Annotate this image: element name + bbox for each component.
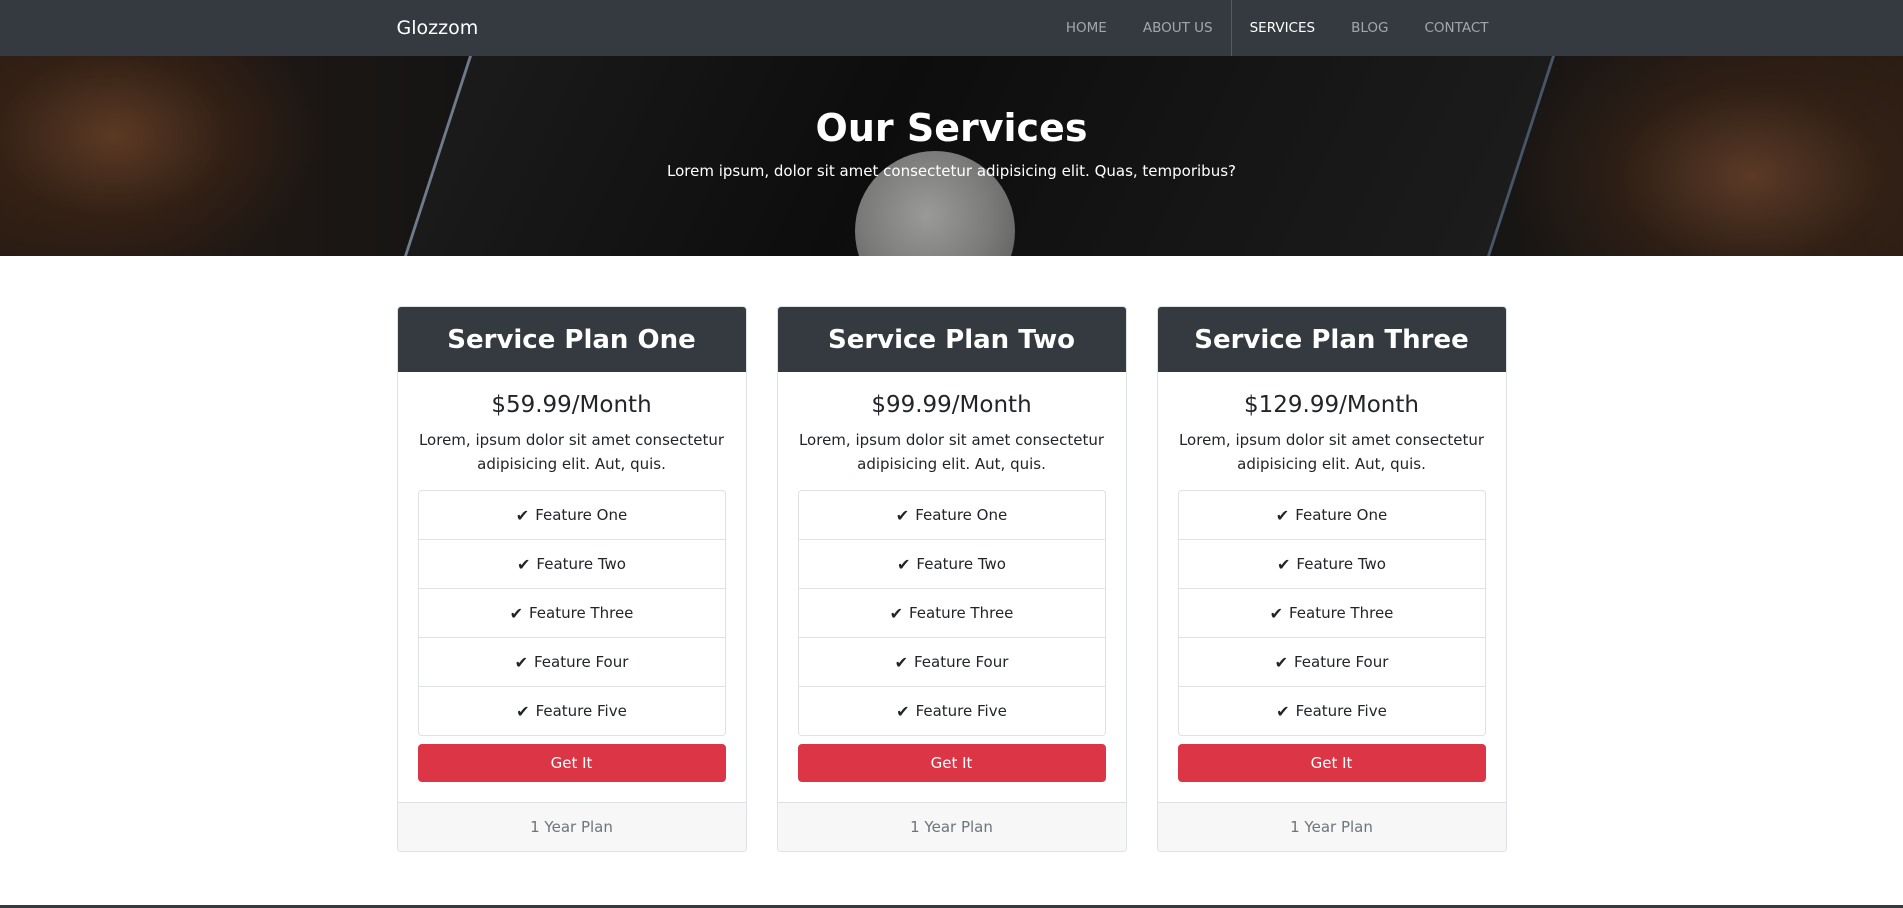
list-item: ✔ Feature Two xyxy=(798,540,1105,589)
check-icon: ✔ xyxy=(516,701,530,721)
list-item: ✔ Feature Five xyxy=(419,687,725,735)
get-it-button[interactable]: Get It xyxy=(1177,744,1486,782)
feature-label: Feature One xyxy=(915,506,1008,524)
check-icon: ✔ xyxy=(895,505,910,525)
check-icon: ✔ xyxy=(896,701,910,721)
list-item: ✔ Feature Two xyxy=(1178,540,1485,589)
check-icon: ✔ xyxy=(897,554,911,574)
list-item: ✔ Feature Two xyxy=(418,540,725,589)
plan-footer: 1 Year Plan xyxy=(1157,802,1506,851)
feature-label: Feature Three xyxy=(908,604,1014,622)
check-icon: ✔ xyxy=(515,505,530,525)
feature-label: Feature Two xyxy=(536,555,626,573)
list-item: ✔ Feature Four xyxy=(418,638,725,687)
plan-description: Lorem, ipsum dolor sit amet consectetur … xyxy=(418,431,725,473)
plan-body: $99.99/Month Lorem, ipsum dolor sit amet… xyxy=(778,372,1126,802)
list-item: ✔ Feature Four xyxy=(798,638,1105,687)
feature-label: Feature One xyxy=(535,506,628,524)
hero-banner: Our Services Lorem ipsum, dolor sit amet… xyxy=(0,56,1903,256)
nav-link-about[interactable]: ABOUT US xyxy=(1125,0,1231,56)
plan-card-one: Service Plan One $59.99/Month Lorem, ips… xyxy=(396,306,747,852)
list-item: ✔ Feature Three xyxy=(418,589,725,638)
check-icon: ✔ xyxy=(509,603,523,623)
plan-body: $129.99/Month Lorem, ipsum dolor sit ame… xyxy=(1158,372,1506,802)
feature-label: Feature Five xyxy=(535,702,627,720)
check-icon: ✔ xyxy=(1276,701,1290,721)
feature-label: Feature Three xyxy=(528,604,634,622)
feature-label: Feature Five xyxy=(1295,702,1387,720)
list-item: ✔ Feature One xyxy=(1178,491,1485,540)
feature-label: Feature Four xyxy=(1294,653,1389,671)
check-icon: ✔ xyxy=(1274,652,1288,672)
plan-price: $129.99/Month xyxy=(1244,392,1419,418)
plan-title: Service Plan Two xyxy=(777,307,1126,372)
plan-title: Service Plan One xyxy=(397,307,746,372)
feature-list: ✔ Feature One ✔ Feature Two ✔ Feature Three… xyxy=(1177,490,1486,736)
feature-label: Feature Five xyxy=(915,702,1007,720)
feature-label: Feature Four xyxy=(534,653,629,671)
list-item: ✔ Feature Five xyxy=(799,687,1105,735)
check-icon: ✔ xyxy=(514,652,528,672)
check-icon: ✔ xyxy=(1269,603,1283,623)
brand-logo[interactable]: Glozzom xyxy=(397,17,479,39)
feature-label: Feature Four xyxy=(914,653,1009,671)
feature-list: ✔ Feature One ✔ Feature Two ✔ Feature Three… xyxy=(417,490,726,736)
feature-label: Feature One xyxy=(1295,506,1388,524)
get-it-button[interactable]: Get It xyxy=(417,744,726,782)
plan-footer: 1 Year Plan xyxy=(777,802,1126,851)
list-item: ✔ Feature Four xyxy=(1178,638,1485,687)
navbar: Glozzom HOME ABOUT US SERVICES BLOG CONT… xyxy=(0,0,1903,56)
feature-list: ✔ Feature One ✔ Feature Two ✔ Feature Three… xyxy=(797,490,1106,736)
plan-price: $99.99/Month xyxy=(871,392,1032,418)
list-item: ✔ Feature Five xyxy=(1179,687,1485,735)
plan-description: Lorem, ipsum dolor sit amet consectetur … xyxy=(798,431,1105,473)
nav-link-home[interactable]: HOME xyxy=(1048,0,1125,56)
list-item: ✔ Feature Three xyxy=(1178,589,1485,638)
plan-card-two: Service Plan Two $99.99/Month Lorem, ips… xyxy=(776,306,1127,852)
check-icon: ✔ xyxy=(1275,505,1290,525)
check-icon: ✔ xyxy=(1277,554,1291,574)
plan-footer: 1 Year Plan xyxy=(397,802,746,851)
nav-link-contact[interactable]: CONTACT xyxy=(1406,0,1506,56)
feature-label: Feature Two xyxy=(1296,555,1386,573)
nav-links: HOME ABOUT US SERVICES BLOG CONTACT xyxy=(1048,0,1507,56)
navbar-inner: Glozzom HOME ABOUT US SERVICES BLOG CONT… xyxy=(397,0,1507,56)
list-item: ✔ Feature One xyxy=(798,491,1105,540)
feature-label: Feature Three xyxy=(1288,604,1394,622)
hero-subtitle: Lorem ipsum, dolor sit amet consectetur … xyxy=(667,162,1236,180)
plan-description: Lorem, ipsum dolor sit amet consectetur … xyxy=(1178,431,1485,473)
nav-link-services[interactable]: SERVICES xyxy=(1230,0,1333,56)
check-icon: ✔ xyxy=(894,652,908,672)
list-item: ✔ Feature Three xyxy=(798,589,1105,638)
nav-link-blog[interactable]: BLOG xyxy=(1333,0,1406,56)
feature-label: Feature Two xyxy=(916,555,1006,573)
get-it-button[interactable]: Get It xyxy=(797,744,1106,782)
plan-card-three: Service Plan Three $129.99/Month Lorem, … xyxy=(1156,306,1507,852)
check-icon: ✔ xyxy=(889,603,903,623)
check-icon: ✔ xyxy=(517,554,531,574)
plan-title: Service Plan Three xyxy=(1157,307,1506,372)
plan-body: $59.99/Month Lorem, ipsum dolor sit amet… xyxy=(398,372,746,802)
hero-content: Our Services Lorem ipsum, dolor sit amet… xyxy=(0,56,1903,180)
page-title: Our Services xyxy=(815,106,1088,150)
plan-price: $59.99/Month xyxy=(491,392,652,418)
list-item: ✔ Feature One xyxy=(418,491,725,540)
plans-section: Service Plan One $59.99/Month Lorem, ips… xyxy=(396,306,1507,852)
